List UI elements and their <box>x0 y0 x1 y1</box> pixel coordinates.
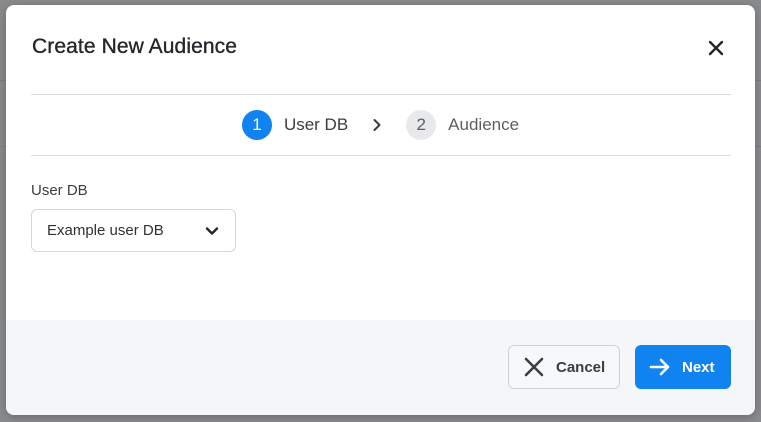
user-db-select[interactable]: Example user DB <box>31 209 236 252</box>
close-icon <box>708 40 724 56</box>
step-user-db[interactable]: 1 User DB <box>241 110 349 140</box>
dialog-title: Create New Audience <box>32 35 238 58</box>
user-db-select-value: Example user DB <box>47 222 164 239</box>
chevron-right-icon <box>370 118 384 132</box>
next-label: Next <box>682 358 715 376</box>
next-button[interactable]: Next <box>635 345 731 389</box>
step-audience[interactable]: 2 Audience <box>406 110 519 140</box>
background-divider <box>755 80 761 81</box>
close-button[interactable] <box>705 37 727 59</box>
step-number: 1 <box>241 110 272 140</box>
background-divider <box>755 146 761 147</box>
stepper: 1 User DB 2 Audience <box>6 109 755 141</box>
header-divider <box>31 94 731 95</box>
step-label: Audience <box>448 115 520 134</box>
close-icon <box>524 357 544 377</box>
cancel-label: Cancel <box>556 358 606 376</box>
step-label: User DB <box>283 115 349 134</box>
create-audience-dialog: Create New Audience 1 User DB 2 Audience… <box>6 5 755 415</box>
user-db-label: User DB <box>31 182 88 199</box>
stepper-divider <box>31 155 731 156</box>
cancel-button[interactable]: Cancel <box>508 345 620 389</box>
step-number: 2 <box>406 110 437 140</box>
chevron-down-icon <box>205 227 219 235</box>
arrow-right-icon <box>649 358 670 376</box>
